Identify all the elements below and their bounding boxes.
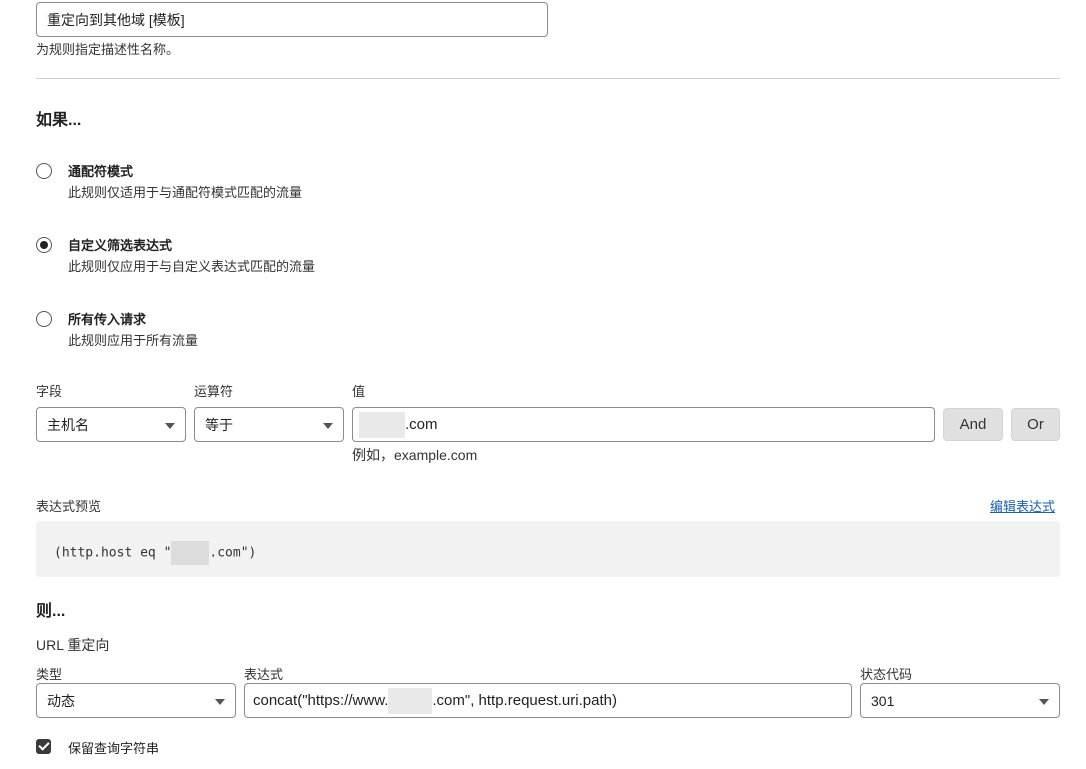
if-heading: 如果... bbox=[36, 112, 82, 129]
option-custom-title: 自定义筛选表达式 bbox=[68, 238, 173, 253]
option-wildcard-desc: 此规则仅适用于与通配符模式匹配的流量 bbox=[68, 185, 303, 200]
expression-label: 表达式 bbox=[244, 667, 284, 682]
operator-select-value: 等于 bbox=[205, 416, 233, 433]
chevron-down-icon bbox=[165, 422, 175, 429]
preview-suffix: .com") bbox=[209, 545, 257, 561]
type-label: 类型 bbox=[36, 667, 63, 682]
option-all-desc: 此规则应用于所有流量 bbox=[68, 333, 199, 348]
value-input-suffix: .com bbox=[405, 416, 438, 433]
type-select-value: 动态 bbox=[47, 692, 75, 709]
then-heading: 则... bbox=[36, 603, 66, 620]
field-select[interactable]: 主机名 bbox=[36, 407, 186, 442]
divider bbox=[36, 78, 1060, 79]
value-label: 值 bbox=[352, 384, 366, 399]
option-all-title: 所有传入请求 bbox=[68, 312, 147, 327]
then-action: URL 重定向 bbox=[36, 637, 110, 653]
field-label: 字段 bbox=[36, 384, 63, 399]
radio-wildcard[interactable] bbox=[36, 163, 52, 179]
or-button[interactable]: Or bbox=[1011, 408, 1060, 441]
status-code-label: 状态代码 bbox=[860, 667, 913, 682]
operator-select[interactable]: 等于 bbox=[194, 407, 344, 442]
value-input[interactable]: .com bbox=[352, 407, 935, 442]
radio-all-requests[interactable] bbox=[36, 311, 52, 327]
chevron-down-icon bbox=[323, 422, 333, 429]
redirect-expression-input[interactable]: concat("https://www. .com", http.request.… bbox=[244, 683, 852, 718]
radio-custom-filter[interactable] bbox=[36, 237, 52, 253]
field-select-value: 主机名 bbox=[47, 416, 89, 433]
redirect-expr-prefix: concat("https://www. bbox=[253, 692, 389, 709]
preview-prefix: (http.host eq " bbox=[54, 545, 172, 561]
value-hint: 例如，example.com bbox=[352, 447, 478, 463]
type-select[interactable]: 动态 bbox=[36, 683, 236, 718]
rule-name-input[interactable]: 重定向到其他域 [模板] bbox=[36, 2, 548, 37]
option-wildcard-title: 通配符模式 bbox=[68, 164, 134, 179]
preserve-query-checkbox[interactable] bbox=[36, 739, 51, 754]
rule-name-value: 重定向到其他域 [模板] bbox=[47, 11, 185, 28]
status-code-value: 301 bbox=[871, 692, 895, 709]
redacted-domain bbox=[388, 687, 433, 714]
chevron-down-icon bbox=[1039, 698, 1049, 705]
operator-label: 运算符 bbox=[194, 384, 234, 399]
preserve-query-label: 保留查询字符串 bbox=[68, 741, 160, 756]
redacted-domain bbox=[171, 541, 210, 565]
edit-expression-link[interactable]: 编辑表达式 bbox=[990, 496, 1055, 515]
expression-preview-text: (http.host eq " .com") bbox=[54, 541, 256, 565]
status-code-select[interactable]: 301 bbox=[860, 683, 1060, 718]
rule-name-help: 为规则指定描述性名称。 bbox=[36, 42, 180, 57]
redacted-domain bbox=[359, 411, 405, 438]
chevron-down-icon bbox=[215, 698, 225, 705]
option-custom-desc: 此规则仅应用于与自定义表达式匹配的流量 bbox=[68, 259, 316, 274]
redirect-expr-suffix: .com", http.request.uri.path) bbox=[432, 692, 617, 709]
preview-label: 表达式预览 bbox=[36, 499, 102, 514]
and-button[interactable]: And bbox=[943, 408, 1003, 441]
